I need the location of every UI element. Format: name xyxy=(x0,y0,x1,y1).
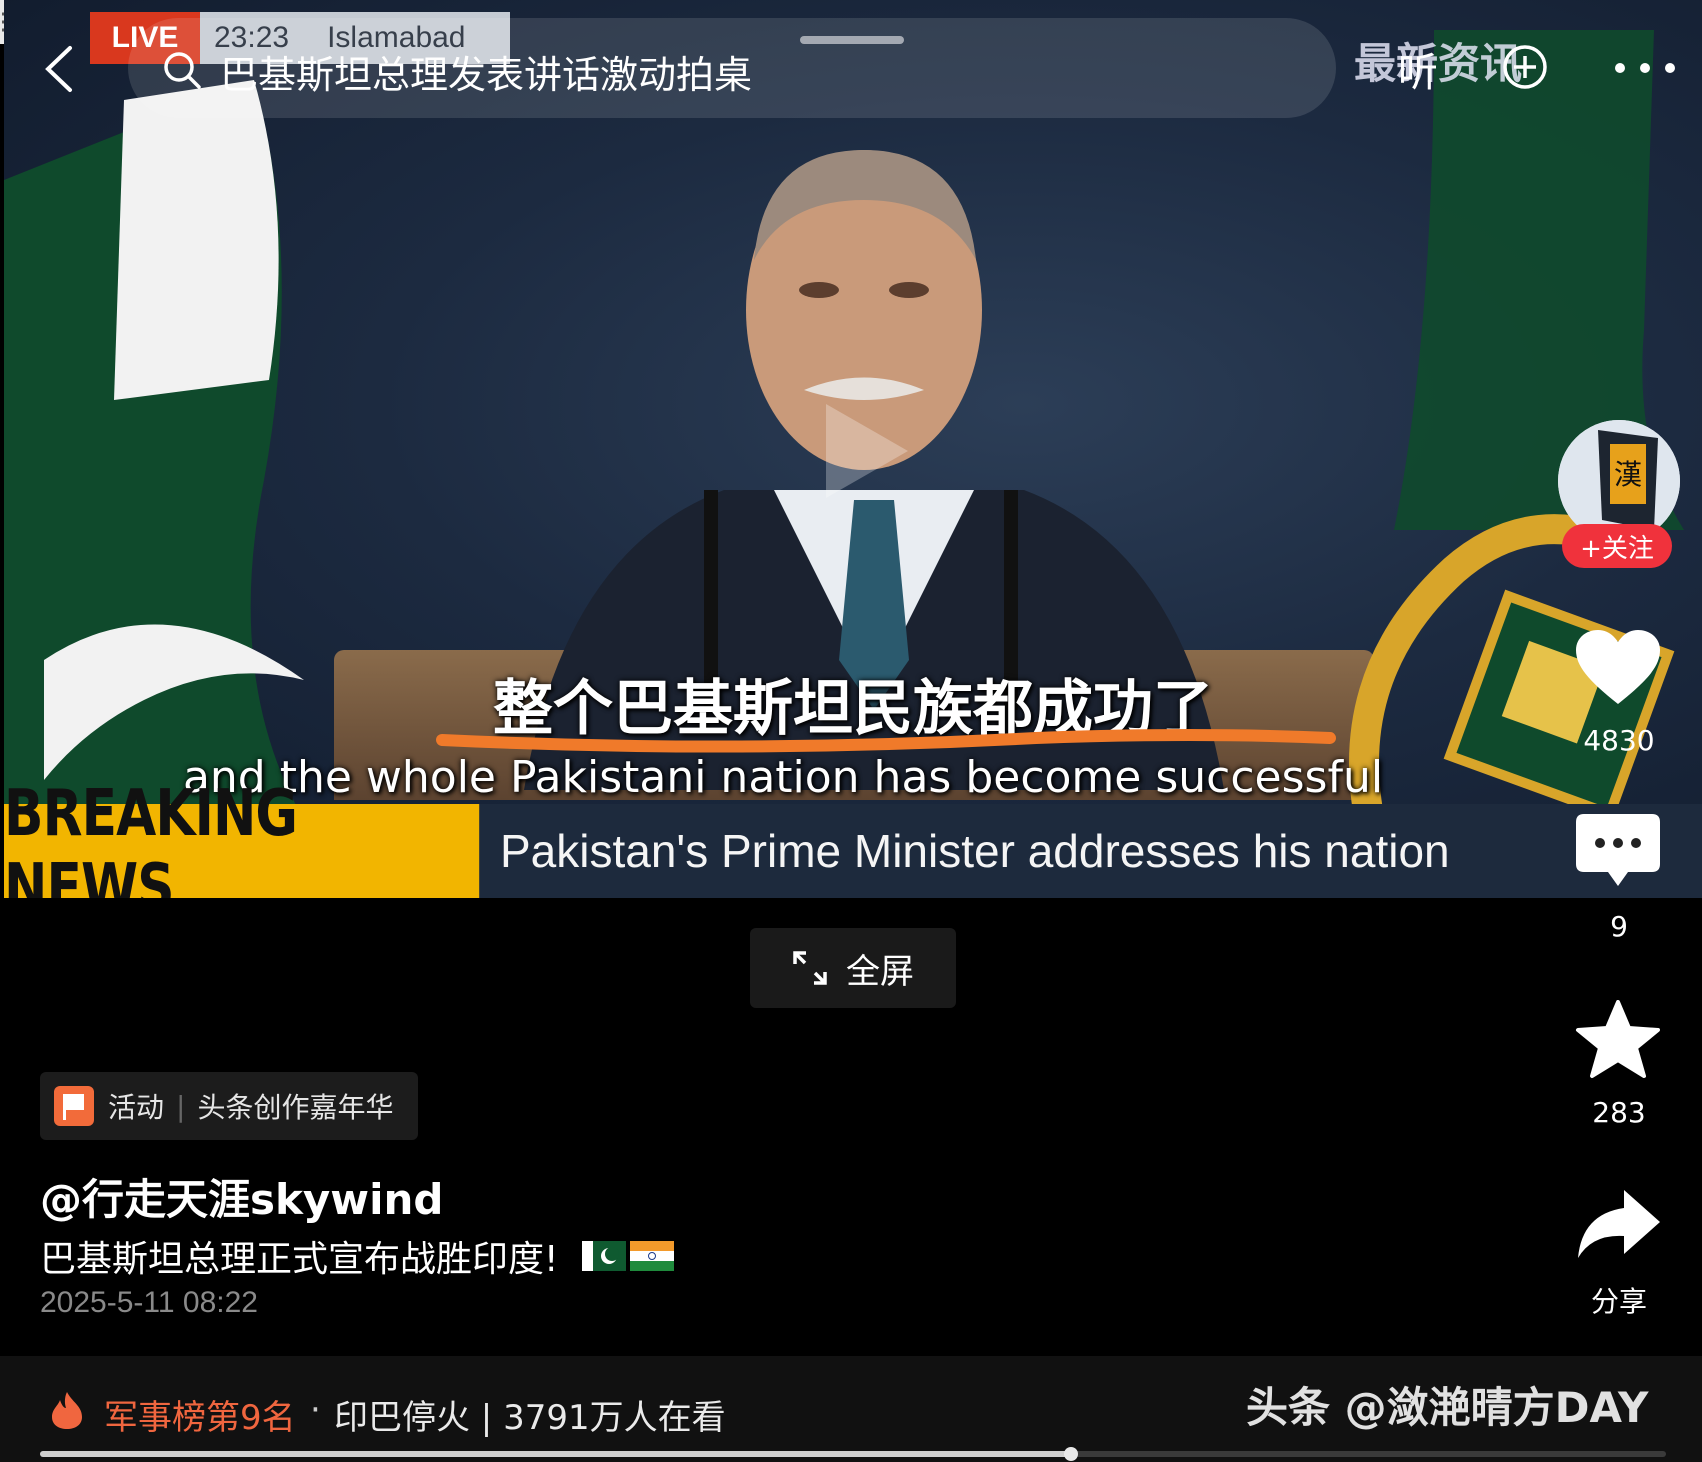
progress-knob[interactable] xyxy=(1063,1447,1078,1461)
like-icon[interactable] xyxy=(1574,628,1662,708)
favorite-icon[interactable] xyxy=(1574,1000,1662,1080)
breaking-news-bar: BREAKING NEWS Pakistan's Prime Minister … xyxy=(4,777,1702,898)
favorite-count: 283 xyxy=(1592,1096,1646,1129)
progress-bar[interactable] xyxy=(40,1447,1666,1461)
progress-fill xyxy=(40,1451,1071,1457)
fire-icon xyxy=(52,1392,82,1429)
fullscreen-button[interactable]: 全屏 xyxy=(750,928,956,1008)
search-icon xyxy=(164,52,201,89)
chip-divider: | xyxy=(176,1089,186,1123)
flag-emojis xyxy=(582,1241,675,1271)
breaking-news-text: Pakistan's Prime Minister addresses his … xyxy=(500,825,1450,877)
activity-chip[interactable]: 活动 | 头条创作嘉年华 xyxy=(40,1072,418,1140)
share-icon[interactable] xyxy=(1574,1186,1662,1266)
author-name[interactable]: @行走天涯skywind xyxy=(40,1166,443,1227)
publish-date: 2025-5-11 08:22 xyxy=(40,1286,258,1319)
india-flag-icon xyxy=(630,1241,675,1271)
share-label[interactable]: 分享 xyxy=(1540,1280,1698,1320)
add-icon[interactable] xyxy=(1502,44,1548,90)
back-icon[interactable] xyxy=(40,44,80,94)
video-player[interactable]: LIVE 23:23 Islamabad 最新资讯 整个巴基斯坦民族都成功了 a… xyxy=(4,0,1702,898)
separator-dot: · xyxy=(310,1390,321,1430)
fullscreen-label: 全屏 xyxy=(846,951,914,992)
topic-text[interactable]: 印巴停火 | 3791万人在看 xyxy=(334,1390,726,1439)
comment-icon[interactable] xyxy=(1574,812,1662,892)
watermark: 头条 @潋滟晴方DAY xyxy=(1246,1383,1649,1432)
activity-name: 头条创作嘉年华 xyxy=(197,1091,394,1124)
rank-text[interactable]: 军事榜第9名 xyxy=(104,1390,296,1439)
comment-count: 9 xyxy=(1610,910,1628,943)
like-count: 4830 xyxy=(1583,724,1655,757)
search-query[interactable]: 巴基斯坦总理发表讲话激动拍桌 xyxy=(220,44,752,99)
highlight-underline xyxy=(436,729,1336,753)
avatar-glyph: 漢 xyxy=(1614,458,1642,491)
activity-label: 活动 xyxy=(108,1091,165,1124)
drag-handle[interactable] xyxy=(800,36,904,44)
expand-icon xyxy=(793,951,827,985)
flag-icon xyxy=(54,1086,94,1126)
video-description: 巴基斯坦总理正式宣布战胜印度! xyxy=(40,1230,675,1282)
follow-button[interactable]: +关注 xyxy=(1562,524,1672,568)
description-text: 巴基斯坦总理正式宣布战胜印度! xyxy=(40,1239,559,1280)
pakistan-flag-icon xyxy=(582,1241,627,1271)
more-icon[interactable] xyxy=(1610,58,1680,78)
listen-button[interactable]: 听 xyxy=(1398,40,1438,98)
play-icon[interactable] xyxy=(816,396,916,506)
breaking-news-label: BREAKING NEWS xyxy=(4,777,480,898)
